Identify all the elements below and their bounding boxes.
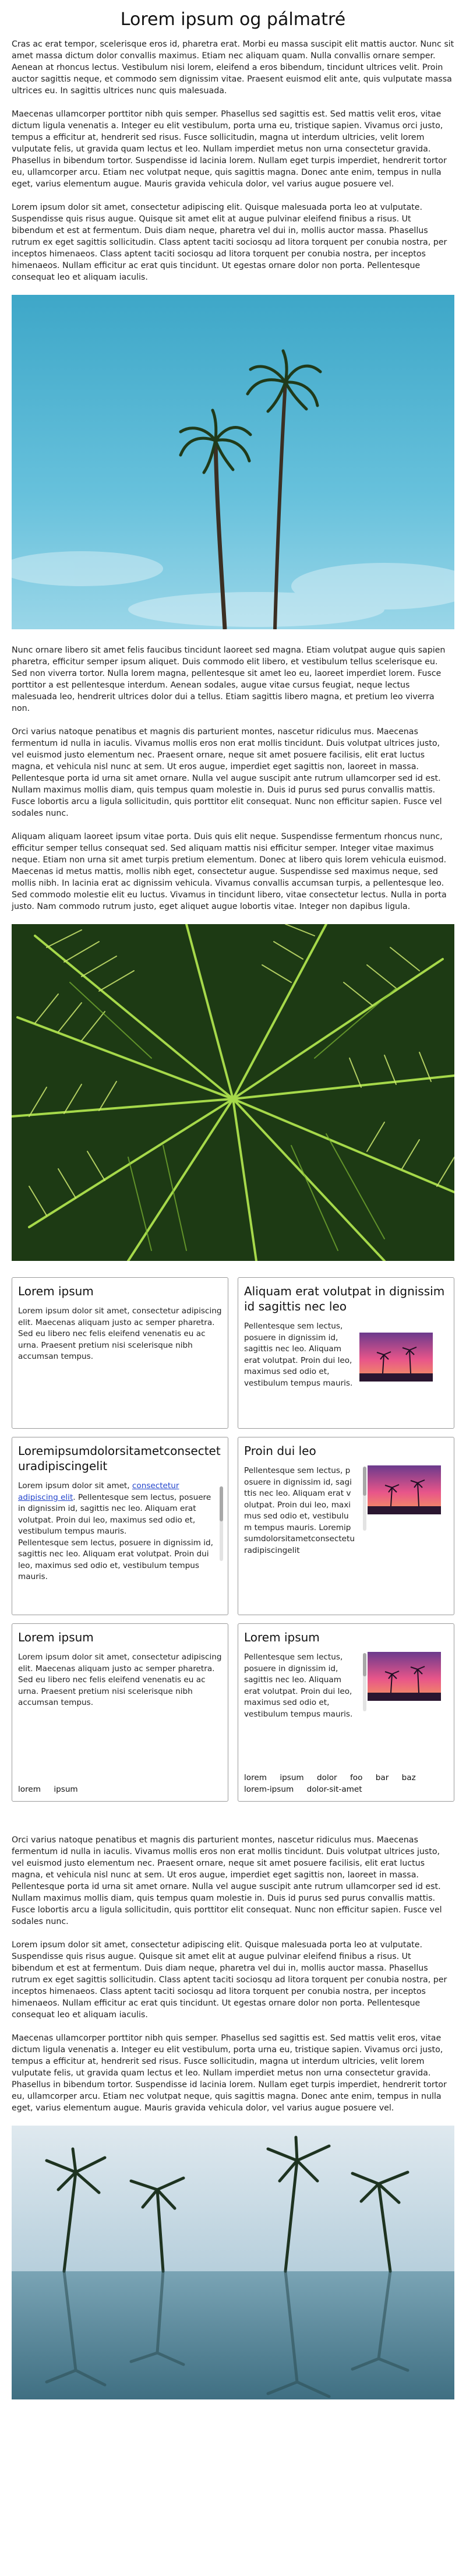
card-aliquam: Aliquam erat volutpat in dignissim id sa…	[238, 1277, 454, 1429]
card-scroll-area[interactable]: Pellentesque sem lectus, posuere in dign…	[244, 1465, 363, 1599]
card-title: Lorem ipsum	[18, 1630, 94, 1644]
card-tag-list: lorem ipsum dolor foo bar baz lorem-ipsu…	[244, 1772, 448, 1795]
card-title: Lorem ipsum	[18, 1284, 94, 1298]
sunset-palms-thumbnail	[368, 1465, 441, 1514]
card-title: Proin dui leo	[244, 1444, 316, 1458]
card-lorem-ipsum-scroll: Lorem ipsum Pellentesque sem lectus, pos…	[238, 1623, 454, 1802]
card-body: Lorem ipsum dolor sit amet, consectetur …	[18, 1306, 222, 1361]
card-scrollbar[interactable]	[363, 1467, 366, 1531]
end-paragraph-3: Maecenas ullamcorper porttitor nibh quis…	[12, 2034, 447, 2113]
card-lorem-ipsum-tags: Lorem ipsum Lorem ipsum dolor sit amet, …	[12, 1623, 228, 1802]
tag-link[interactable]: baz	[402, 1773, 416, 1782]
card-proin-dui-leo: Proin dui leo Pellentesque sem lectus, p…	[238, 1437, 454, 1615]
card-grid: Lorem ipsum Lorem ipsum dolor sit amet, …	[12, 1277, 454, 1802]
intro-paragraph-1: Cras ac erat tempor, scelerisque eros id…	[12, 40, 454, 96]
tag-link[interactable]: lorem	[244, 1773, 267, 1782]
card-scrollbar[interactable]	[363, 1653, 366, 1711]
palm-trees-sky-photo	[12, 295, 454, 629]
tag-link[interactable]: foo	[350, 1773, 362, 1782]
card-title: Lorem ipsum	[244, 1630, 320, 1644]
middle-paragraph-2: Orci varius natoque penatibus et magnis …	[12, 727, 442, 818]
card-tag-list: lorem ipsum	[18, 1784, 222, 1796]
card-body-text: Pellentesque sem lectus, posuere in dign…	[18, 1538, 213, 1582]
sunset-palms-thumbnail	[368, 1652, 441, 1701]
tag-link[interactable]: dolor	[317, 1773, 337, 1782]
sunset-palms-thumbnail	[359, 1333, 433, 1382]
card-scrollbar[interactable]	[220, 1486, 223, 1561]
middle-paragraph-3: Aliquam aliquam laoreet ipsum vitae port…	[12, 832, 447, 911]
end-paragraph-1: Orci varius natoque penatibus et magnis …	[12, 1835, 442, 1926]
middle-paragraph-1: Nunc ornare libero sit amet felis faucib…	[12, 646, 446, 713]
tag-link[interactable]: lorem-ipsum	[244, 1785, 294, 1794]
intro-paragraph-2: Maecenas ullamcorper porttitor nibh quis…	[12, 110, 447, 189]
card-scroll-area[interactable]: Pellentesque sem lectus, posuere in dign…	[244, 1652, 363, 1745]
tag-link[interactable]: ipsum	[280, 1773, 303, 1782]
tag-link[interactable]: dolor-sit-amet	[307, 1785, 362, 1794]
end-paragraph-2: Lorem ipsum dolor sit amet, consectetur …	[12, 1940, 447, 2020]
card-lorem-ipsum: Lorem ipsum Lorem ipsum dolor sit amet, …	[12, 1277, 228, 1429]
page-title: Lorem ipsum og pálmatré	[120, 9, 346, 30]
card-scroll-area[interactable]: Lorem ipsum dolor sit amet, consectetur …	[18, 1481, 223, 1611]
card-body-text: Lorem ipsum dolor sit amet,	[18, 1481, 132, 1490]
tag-link[interactable]: ipsum	[54, 1785, 77, 1794]
palm-fronds-photo	[12, 924, 454, 1261]
tag-link[interactable]: bar	[376, 1773, 389, 1782]
palm-trees-pool-photo	[12, 2126, 454, 2399]
card-title: Loremipsumdolorsitametconsecteturadipisc…	[18, 1444, 221, 1473]
card-long-word: Loremipsumdolorsitametconsecteturadipisc…	[12, 1437, 228, 1615]
intro-paragraph-3: Lorem ipsum dolor sit amet, consectetur …	[12, 203, 447, 282]
card-body: Lorem ipsum dolor sit amet, consectetur …	[18, 1652, 222, 1707]
card-body: Pellentesque sem lectus, posuere in dign…	[244, 1322, 353, 1388]
tag-link[interactable]: lorem	[18, 1785, 41, 1794]
card-title: Aliquam erat volutpat in dignissim id sa…	[244, 1284, 445, 1313]
